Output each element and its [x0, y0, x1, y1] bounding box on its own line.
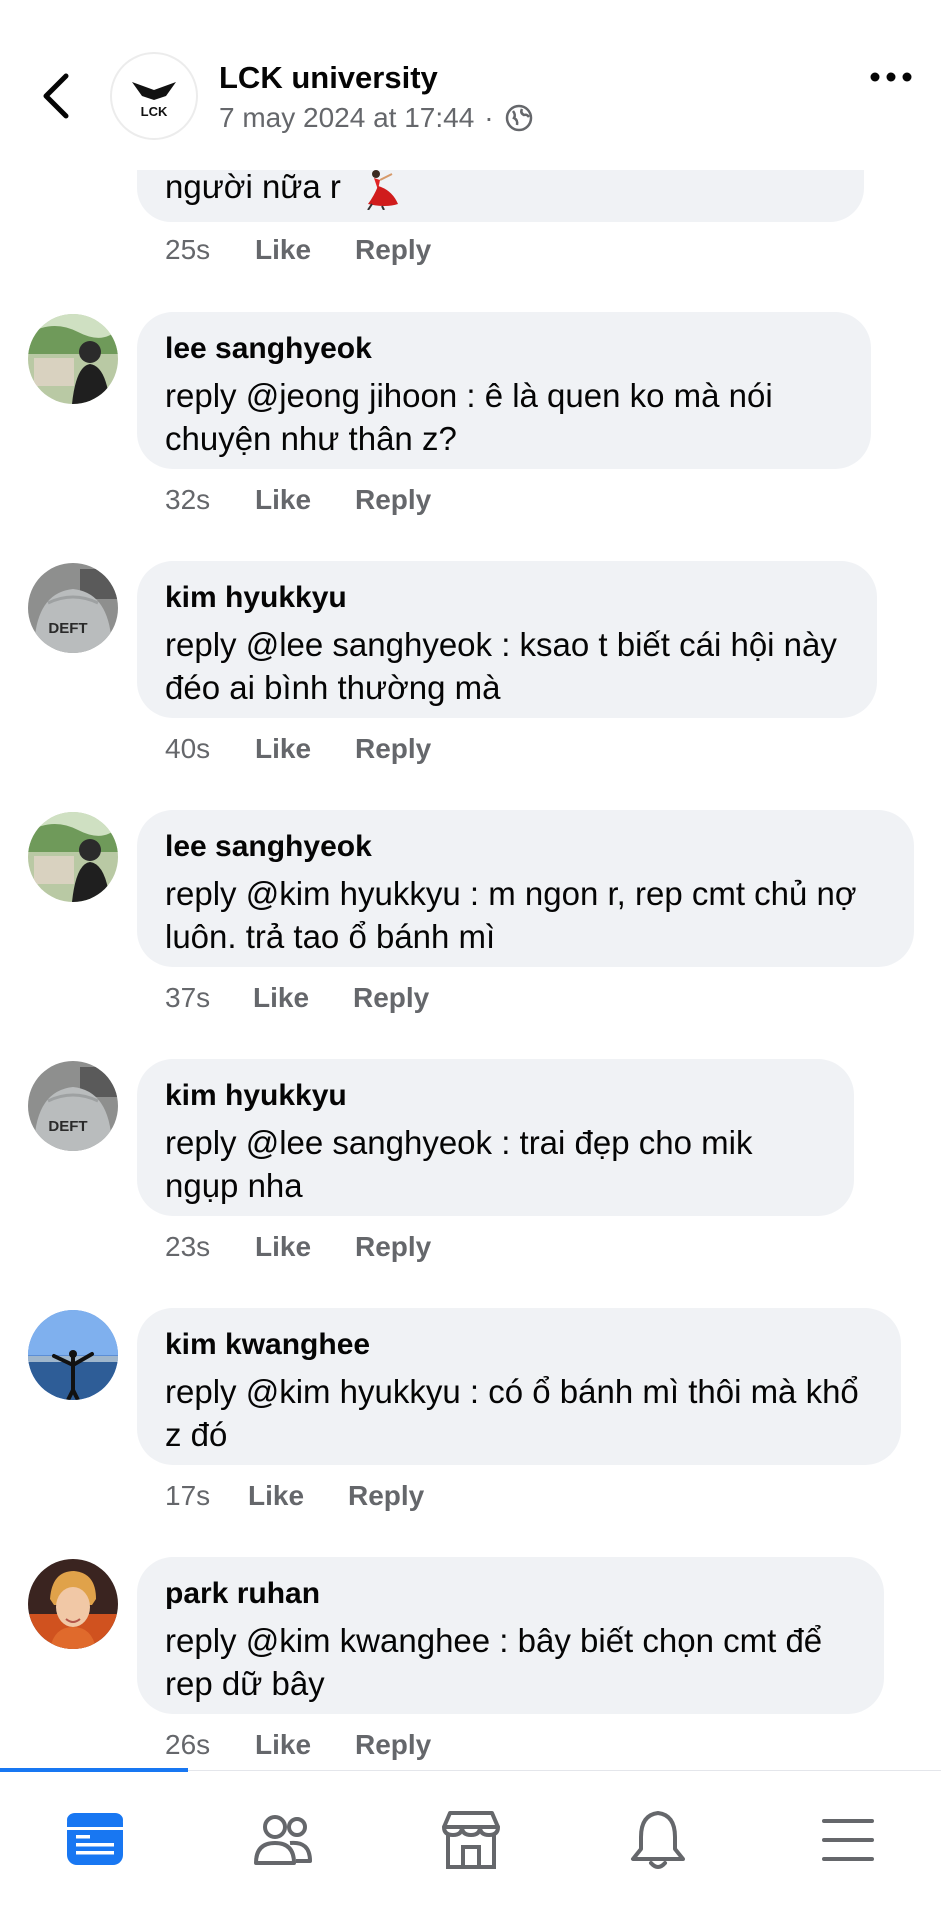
feed-icon[interactable] — [61, 1805, 131, 1875]
comment-text: reply @kim hyukkyu : m ngon r, rep cmt c… — [165, 875, 857, 955]
comment-bubble: kim hyukkyu reply @lee sanghyeok : trai … — [137, 1059, 854, 1216]
reply-button[interactable]: Reply — [353, 982, 429, 1014]
comment-author[interactable]: lee sanghyeok — [165, 828, 886, 866]
post-meta: 7 may 2024 at 17:44 · — [219, 102, 534, 134]
comment-actions: 23s Like Reply — [165, 1231, 431, 1263]
comment-actions: 37s Like Reply — [165, 982, 429, 1014]
comment-text: reply @kim hyukkyu : có ổ bánh mì thôi m… — [165, 1373, 859, 1453]
like-button[interactable]: Like — [253, 982, 353, 1014]
reply-button[interactable]: Reply — [355, 1231, 431, 1263]
comment-bubble: lee sanghyeok reply @kim hyukkyu : m ngo… — [137, 810, 914, 967]
lck-logo-icon: LCK — [132, 82, 176, 119]
post-date: 7 may 2024 at 17:44 — [219, 102, 475, 133]
comment-text: người nữa r — [165, 168, 341, 205]
comment-time: 40s — [165, 733, 211, 764]
friends-icon[interactable] — [248, 1805, 318, 1875]
comment-author[interactable]: park ruhan — [165, 1575, 856, 1613]
comment-time: 23s — [165, 1231, 211, 1262]
avatar[interactable] — [28, 1310, 118, 1400]
marketplace-icon[interactable] — [436, 1805, 506, 1875]
svg-text:LCK: LCK — [141, 104, 168, 119]
comment-actions: 40s Like Reply — [165, 733, 431, 765]
comment-author[interactable]: kim hyukkyu — [165, 579, 849, 617]
comment-text: reply @jeong jihoon : ê là quen ko mà nó… — [165, 377, 773, 457]
page-avatar[interactable]: LCK — [110, 52, 198, 140]
like-button[interactable]: Like — [255, 733, 355, 765]
comment-actions: 26s Like Reply — [165, 1729, 431, 1761]
comment-text: reply @kim kwanghee : bây biết chọn cmt … — [165, 1622, 823, 1702]
bottom-tab-bar — [0, 1768, 941, 1921]
notifications-icon[interactable] — [623, 1805, 693, 1875]
like-button[interactable]: Like — [255, 1729, 355, 1761]
comment-actions: 25s Like Reply — [165, 234, 431, 266]
comment-time: 37s — [165, 982, 211, 1013]
svg-text:DEFT: DEFT — [48, 1118, 87, 1135]
avatar[interactable]: DEFT — [28, 1061, 118, 1151]
active-tab-indicator — [0, 1768, 188, 1772]
comment-actions: 32s Like Reply — [165, 484, 431, 516]
comment-time: 32s — [165, 484, 211, 515]
comment-bubble: kim kwanghee reply @kim hyukkyu : có ổ b… — [137, 1308, 901, 1465]
comment-text: reply @lee sanghyeok : trai đẹp cho mik … — [165, 1124, 753, 1204]
comment-author[interactable]: kim kwanghee — [165, 1326, 873, 1364]
comment-author[interactable]: lee sanghyeok — [165, 330, 843, 368]
post-header: LCK LCK university 7 may 2024 at 17:44 · — [0, 0, 941, 170]
reply-button[interactable]: Reply — [355, 733, 431, 765]
comment-time: 26s — [165, 1729, 211, 1760]
more-options-icon[interactable] — [865, 62, 917, 92]
like-button[interactable]: Like — [255, 234, 355, 266]
comment-text: reply @lee sanghyeok : ksao t biết cái h… — [165, 626, 837, 706]
avatar[interactable]: DEFT — [28, 563, 118, 653]
back-arrow-icon[interactable] — [36, 70, 76, 122]
avatar[interactable] — [28, 314, 118, 404]
menu-icon[interactable] — [814, 1805, 884, 1875]
avatar[interactable] — [28, 1559, 118, 1649]
avatar[interactable] — [28, 812, 118, 902]
meta-separator: · — [484, 102, 494, 133]
dancer-emoji-icon — [367, 170, 399, 211]
comment-bubble: kim hyukkyu reply @lee sanghyeok : ksao … — [137, 561, 877, 718]
like-button[interactable]: Like — [255, 1231, 355, 1263]
comment-bubble: lee sanghyeok reply @jeong jihoon : ê là… — [137, 312, 871, 469]
like-button[interactable]: Like — [255, 484, 355, 516]
like-button[interactable]: Like — [248, 1480, 348, 1512]
reply-button[interactable]: Reply — [355, 484, 431, 516]
comment-time: 17s — [165, 1480, 211, 1511]
reply-button[interactable]: Reply — [355, 1729, 431, 1761]
comment-bubble: park ruhan reply @kim kwanghee : bây biế… — [137, 1557, 884, 1714]
comment-time: 25s — [165, 234, 211, 265]
comment-actions: 17s Like Reply — [165, 1480, 424, 1512]
svg-text:DEFT: DEFT — [48, 620, 87, 637]
reply-button[interactable]: Reply — [348, 1480, 424, 1512]
page-name[interactable]: LCK university — [219, 60, 438, 96]
reply-button[interactable]: Reply — [355, 234, 431, 266]
comment-author[interactable]: kim hyukkyu — [165, 1077, 826, 1115]
globe-icon — [505, 104, 532, 132]
